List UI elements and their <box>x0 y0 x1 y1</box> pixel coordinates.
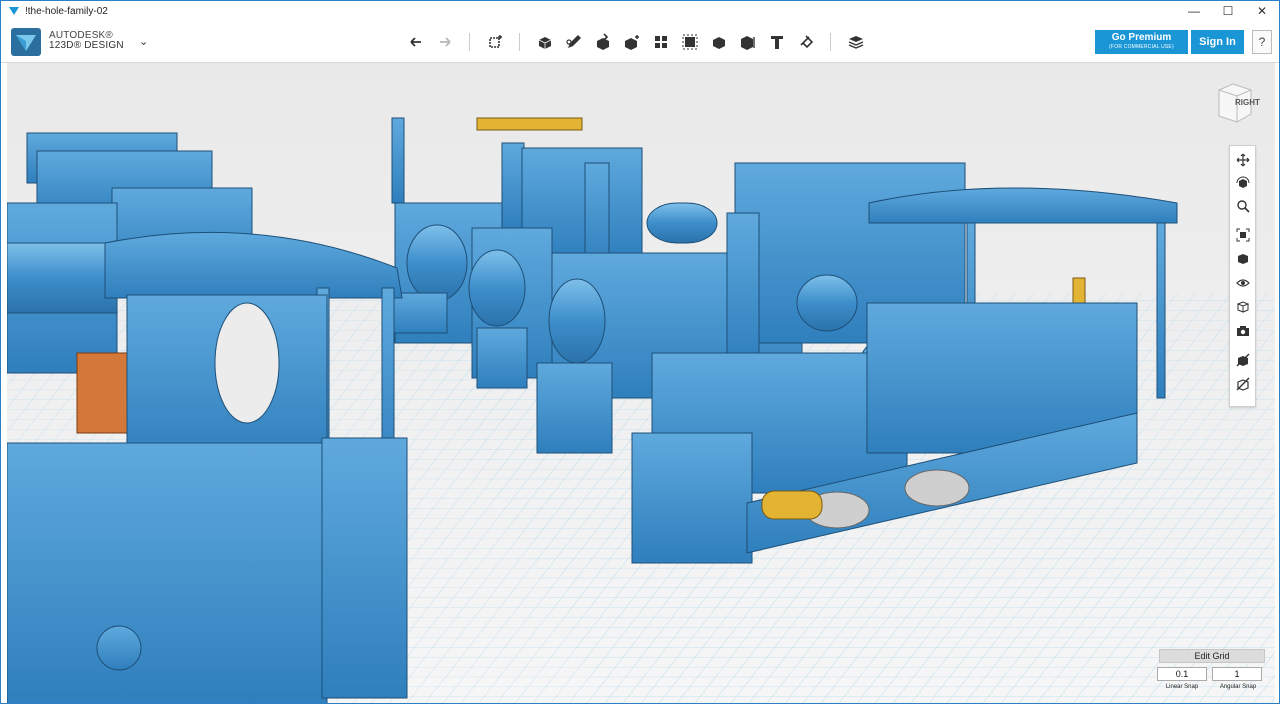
linear-snap-input[interactable]: 0.1 <box>1157 667 1207 681</box>
redo-button[interactable] <box>430 29 459 55</box>
camera-button[interactable] <box>1234 322 1252 340</box>
snap-icon <box>799 35 813 49</box>
outline-button[interactable] <box>1234 375 1252 393</box>
pattern-button[interactable] <box>646 29 675 55</box>
fit-icon <box>1236 228 1250 242</box>
tool-group <box>401 29 870 55</box>
construct-icon <box>596 33 609 50</box>
text-button[interactable] <box>762 29 791 55</box>
close-button[interactable]: ✕ <box>1245 1 1279 21</box>
view-button[interactable] <box>1234 250 1252 268</box>
group-button[interactable] <box>675 29 704 55</box>
measure-icon <box>740 36 755 50</box>
transform-icon <box>488 35 502 48</box>
navigation-bar <box>1229 145 1256 407</box>
camera-icon <box>1237 326 1249 336</box>
text-icon <box>770 36 783 49</box>
measure-button[interactable] <box>733 29 762 55</box>
combine-button[interactable] <box>704 29 733 55</box>
maximize-button[interactable]: ☐ <box>1211 1 1245 21</box>
redo-icon <box>439 37 451 47</box>
toolbar-divider <box>830 33 831 51</box>
title-bar: !the-hole-family-02 — ☐ ✕ <box>1 1 1279 21</box>
app-logo-icon <box>9 7 19 15</box>
fit-button[interactable] <box>1234 226 1252 244</box>
orbit-button[interactable] <box>1234 174 1252 192</box>
hide-icon <box>1236 353 1250 367</box>
premium-sublabel: (FOR COMMERCIAL USE) <box>1109 44 1174 50</box>
minimize-button[interactable]: — <box>1177 1 1211 21</box>
sign-in-button[interactable]: Sign In <box>1191 30 1244 54</box>
snap-button[interactable] <box>791 29 820 55</box>
sketch-button[interactable] <box>559 29 588 55</box>
grid-panel: Edit Grid 0.1 1 Linear Snap Angular Snap <box>1154 647 1270 697</box>
orbit-icon <box>1236 176 1250 188</box>
pan-icon <box>1236 153 1250 167</box>
visibility-button[interactable] <box>1234 274 1252 292</box>
premium-label: Go Premium <box>1111 32 1172 43</box>
primitives-icon <box>538 37 551 49</box>
linear-snap-label: Linear Snap <box>1165 684 1199 690</box>
model-scene[interactable] <box>7 63 1275 704</box>
view-cube[interactable]: RIGHT <box>1211 80 1260 126</box>
3d-viewport[interactable]: RIGHT Edit Grid 0.1 1 Linear Snap Angula… <box>7 63 1275 704</box>
toolbar-divider <box>519 33 520 51</box>
window-title: !the-hole-family-02 <box>25 5 108 17</box>
view-cube-face-label: RIGHT <box>1235 98 1260 107</box>
material-button[interactable] <box>841 29 870 55</box>
undo-button[interactable] <box>401 29 430 55</box>
zoom-button[interactable] <box>1234 197 1252 215</box>
zoom-icon <box>1237 200 1250 213</box>
go-premium-button[interactable]: Go Premium (FOR COMMERCIAL USE) <box>1095 30 1188 54</box>
main-toolbar: AUTODESK® 123D® DESIGN ⌄ Go Premium (FOR… <box>1 21 1279 63</box>
materials-icon <box>1236 301 1250 313</box>
toolbar-divider <box>469 33 470 51</box>
chevron-down-icon[interactable]: ⌄ <box>139 35 148 48</box>
brand-name[interactable]: AUTODESK® 123D® DESIGN <box>49 31 124 51</box>
visibility-icon <box>1236 279 1250 287</box>
group-icon <box>682 34 697 50</box>
outline-icon <box>1236 377 1250 391</box>
materials-button[interactable] <box>1234 298 1252 316</box>
angular-snap-input[interactable]: 1 <box>1212 667 1262 681</box>
transform-button[interactable] <box>480 29 509 55</box>
brand-line-2: 123D® DESIGN <box>49 40 124 51</box>
primitives-button[interactable] <box>530 29 559 55</box>
combine-icon <box>712 37 725 49</box>
pattern-icon <box>654 36 667 48</box>
material-icon <box>848 36 863 49</box>
modify-button[interactable] <box>617 29 646 55</box>
undo-icon <box>409 37 421 47</box>
modify-icon <box>624 35 639 50</box>
help-button[interactable]: ? <box>1252 30 1272 54</box>
sketch-icon <box>565 35 581 48</box>
view-icon <box>1238 254 1248 264</box>
angular-snap-label: Angular Snap <box>1219 684 1257 690</box>
pan-button[interactable] <box>1234 151 1252 169</box>
app-window: !the-hole-family-02 — ☐ ✕ AUTODESK® 123D… <box>0 0 1280 704</box>
hide-button[interactable] <box>1234 351 1252 369</box>
autodesk-logo-icon[interactable] <box>11 28 41 56</box>
construct-button[interactable] <box>588 29 617 55</box>
edit-grid-button[interactable]: Edit Grid <box>1159 649 1265 663</box>
